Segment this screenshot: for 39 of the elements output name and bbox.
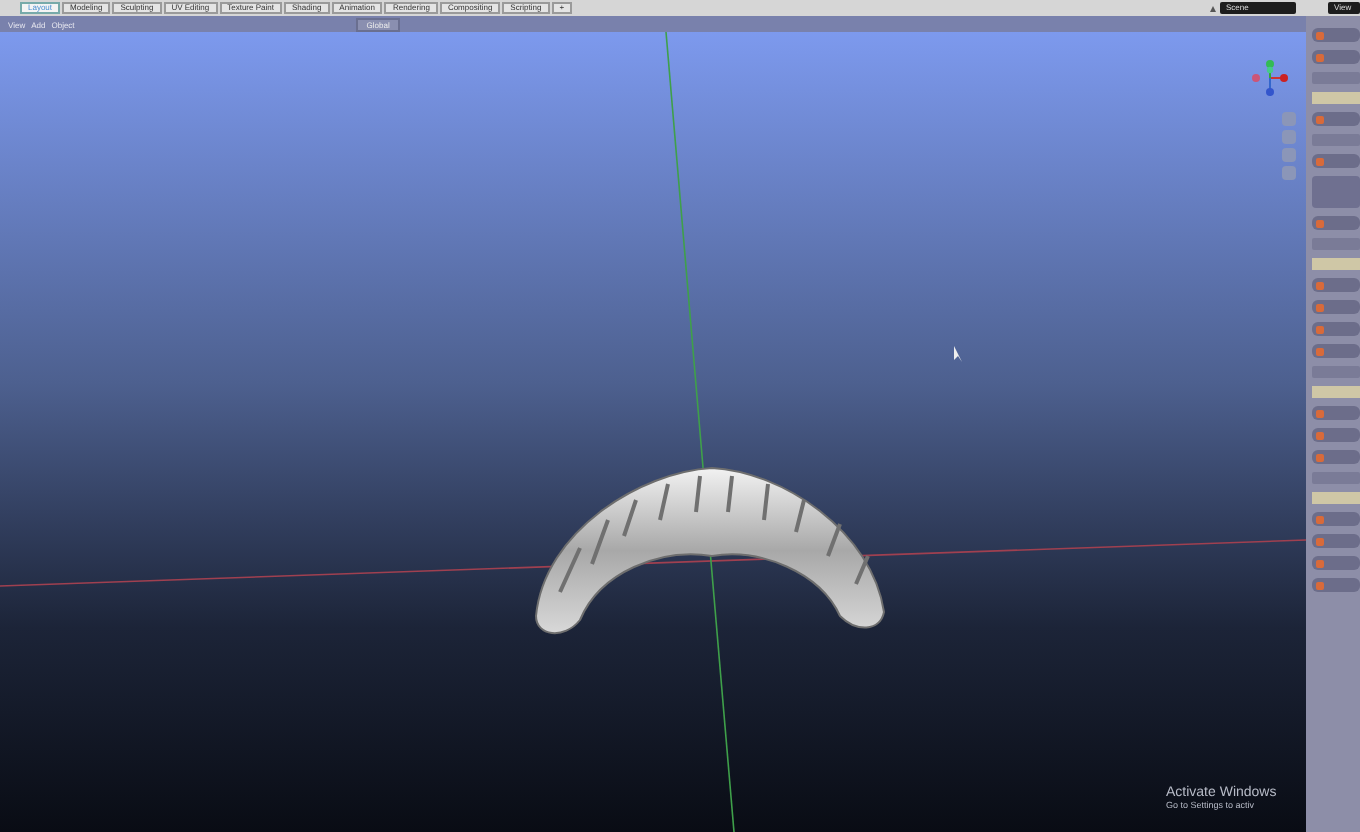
tool-icon [1316, 219, 1324, 227]
tool-icon [1316, 409, 1324, 417]
cursor-icon [954, 346, 962, 362]
tool-icon [1316, 325, 1324, 333]
tool-icon [1316, 347, 1324, 355]
panel-button[interactable] [1312, 322, 1360, 336]
tool-icon [1316, 581, 1324, 589]
tool-icon [1316, 157, 1324, 165]
panel-section-header[interactable] [1312, 258, 1360, 270]
panel-button[interactable] [1312, 578, 1360, 592]
axis-gizmo-icon[interactable] [1248, 56, 1292, 100]
panel-button[interactable] [1312, 512, 1360, 526]
panel-button[interactable] [1312, 154, 1360, 168]
tool-icon [1316, 537, 1324, 545]
tool-icon [1316, 453, 1324, 461]
panel-button[interactable] [1312, 216, 1360, 230]
panel-section-header[interactable] [1312, 492, 1360, 504]
panel-button[interactable] [1312, 450, 1360, 464]
panel-list[interactable] [1312, 176, 1360, 208]
panel-section-header[interactable] [1312, 386, 1360, 398]
tool-icon [1316, 303, 1324, 311]
panel-button[interactable] [1312, 50, 1360, 64]
panel-button[interactable] [1312, 534, 1360, 548]
tool-icon [1316, 515, 1324, 523]
panel-section-header[interactable] [1312, 92, 1360, 104]
panel-button[interactable] [1312, 428, 1360, 442]
panel-button[interactable] [1312, 344, 1360, 358]
panel-button[interactable] [1312, 278, 1360, 292]
tool-icon [1316, 115, 1324, 123]
panel-button[interactable] [1312, 28, 1360, 42]
tool-icon [1316, 31, 1324, 39]
panel-button[interactable] [1312, 112, 1360, 126]
panel-button[interactable] [1312, 406, 1360, 420]
tool-icon [1316, 53, 1324, 61]
tool-icon [1316, 431, 1324, 439]
panel-button[interactable] [1312, 300, 1360, 314]
panel-button[interactable] [1312, 556, 1360, 570]
tool-icon [1316, 281, 1324, 289]
tool-icon [1316, 559, 1324, 567]
